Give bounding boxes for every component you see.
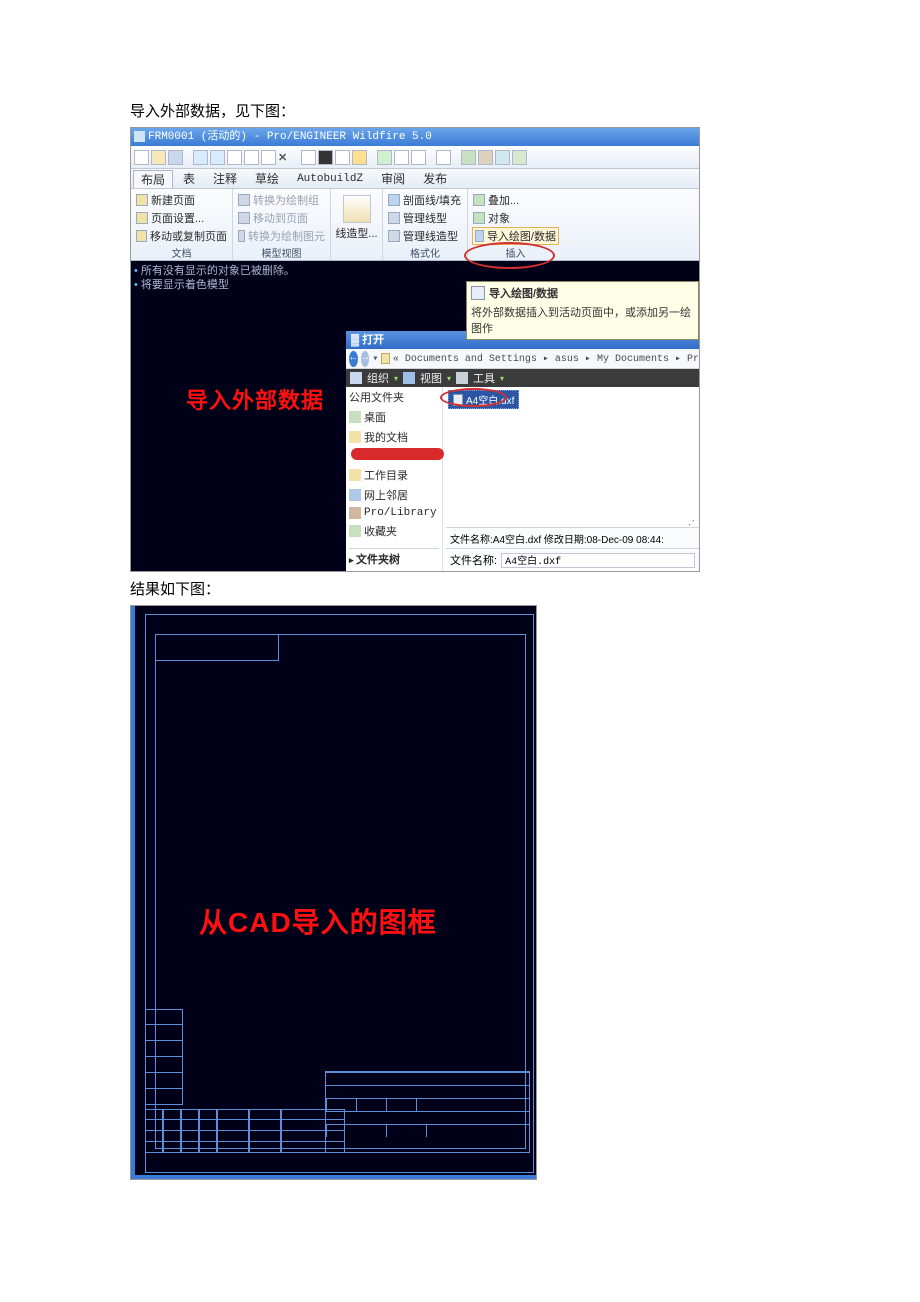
star-icon (349, 525, 361, 537)
to-draw-group: 转换为绘制组 (237, 191, 326, 209)
sidebar-fav[interactable]: 收藏夹 (349, 523, 439, 539)
status-messages: 所有没有显示的对象已被删除。 将要显示着色模型 (134, 264, 295, 292)
tab-table[interactable]: 表 (175, 169, 203, 188)
page-setup-button[interactable]: 页面设置... (135, 209, 228, 227)
tool-icon[interactable] (512, 150, 527, 165)
filename-row: 文件名称: (446, 548, 699, 571)
open-icon[interactable] (151, 150, 166, 165)
ribbon: 新建页面 页面设置... 移动或复制页面 文档 转换为绘制组 移动到页面 转换为… (131, 189, 699, 261)
tools-icon (456, 372, 468, 384)
screenshot-result: 从CAD导入的图框 (130, 605, 537, 1180)
tool-icon[interactable] (335, 150, 350, 165)
ribbon-group-model: 模型视图 (237, 245, 326, 260)
pencil-icon[interactable] (343, 195, 371, 223)
sidebar-prolib[interactable]: Pro/Library (349, 507, 439, 519)
tool-icon[interactable] (394, 150, 409, 165)
dialog-sidebar: 公用文件夹 桌面 我的文档 工作目录 网上邻居 Pro/Library 收藏夹 … (346, 387, 443, 571)
network-icon (349, 489, 361, 501)
tab-review[interactable]: 审阅 (373, 169, 413, 188)
tab-annotate[interactable]: 注释 (205, 169, 245, 188)
back-button[interactable]: ← (349, 351, 358, 367)
undo-icon[interactable] (193, 150, 208, 165)
sidebar-network[interactable]: 网上邻居 (349, 487, 439, 503)
frame-titleblock (325, 1071, 530, 1153)
folder-icon (349, 469, 361, 481)
desktop-icon (349, 411, 361, 423)
filename-input[interactable] (501, 553, 695, 568)
quick-toolbar: ✕ (131, 146, 699, 169)
ribbon-group-doc: 文档 (135, 245, 228, 260)
filename-label: 文件名称: (450, 552, 497, 568)
breadcrumb[interactable]: « Documents and Settings ▸ asus ▸ My Doc… (393, 353, 699, 365)
move-to-page: 移动到页面 (237, 209, 326, 227)
folder-tree-toggle[interactable]: 文件夹树 (349, 548, 439, 569)
forward-button[interactable]: → (361, 351, 370, 367)
annotation-redaction (351, 448, 444, 460)
frame-revision-block (145, 1109, 345, 1153)
scrollbar-left[interactable] (131, 606, 135, 1179)
dialog-toolbar: 组织▾ 视图▾ 工具▾ (346, 369, 699, 387)
tools-button[interactable]: 工具 (473, 370, 495, 386)
copy-icon[interactable] (244, 150, 259, 165)
tab-sketch[interactable]: 草绘 (247, 169, 287, 188)
view-icon (403, 372, 415, 384)
screenshot-proe: FRM0001 (活动的) - Pro/ENGINEER Wildfire 5.… (130, 127, 700, 572)
tool-icon[interactable] (495, 150, 510, 165)
annotation-circle (464, 242, 555, 269)
tooltip: 导入绘图/数据 将外部数据插入到活动页面中，或添加另一绘图作 (466, 281, 699, 340)
tool-icon[interactable] (301, 150, 316, 165)
tab-autobuild[interactable]: AutobuildZ (289, 172, 371, 186)
view-button[interactable]: 视图 (420, 370, 442, 386)
move-copy-page-button[interactable]: 移动或复制页面 (135, 227, 228, 245)
file-info: 文件名称:A4空白.dxf 修改日期:08-Dec-09 08:44: (446, 527, 699, 549)
new-icon[interactable] (134, 150, 149, 165)
refresh-icon[interactable] (377, 150, 392, 165)
org-button[interactable]: 组织 (367, 370, 389, 386)
sidebar-workdir[interactable]: 工作目录 (349, 467, 439, 483)
ribbon-tabs: 布局 表 注释 草绘 AutobuildZ 审阅 发布 (131, 169, 699, 189)
folder-icon (349, 431, 361, 443)
linetype-button[interactable]: 线造型... (334, 224, 378, 242)
frame-corner-box (156, 635, 279, 661)
lib-icon (349, 507, 361, 519)
drop-icon[interactable]: ▾ (372, 353, 378, 365)
mng-linestyle-button[interactable]: 管理线造型 (387, 227, 463, 245)
ribbon-group-format2: 格式化 (387, 245, 463, 260)
tool-icon[interactable] (318, 150, 333, 165)
org-icon (350, 372, 362, 384)
tab-publish[interactable]: 发布 (415, 169, 455, 188)
tool-icon[interactable] (478, 150, 493, 165)
common-folders-label: 公用文件夹 (349, 389, 439, 405)
annotation-label: 导入外部数据 (186, 383, 324, 415)
to-draw-elem: 转换为绘制图元 (237, 227, 326, 245)
new-page-button[interactable]: 新建页面 (135, 191, 228, 209)
annotation-result-label: 从CAD导入的图框 (199, 901, 437, 941)
caption-text-2: 结果如下图： (130, 578, 790, 599)
scrollbar-bottom[interactable] (131, 1175, 536, 1179)
zoom-icon[interactable] (411, 150, 426, 165)
overlay-button[interactable]: 叠加... (472, 191, 559, 209)
import-icon (471, 286, 485, 300)
cut-icon[interactable] (227, 150, 242, 165)
window-titlebar[interactable]: FRM0001 (活动的) - Pro/ENGINEER Wildfire 5.… (131, 128, 699, 146)
tool-icon[interactable] (352, 150, 367, 165)
save-icon[interactable] (168, 150, 183, 165)
frame-sideboxes (145, 1009, 183, 1109)
tab-layout[interactable]: 布局 (133, 170, 173, 188)
paste-icon[interactable] (261, 150, 276, 165)
dialog-nav: ← → ▾ « Documents and Settings ▸ asus ▸ … (346, 349, 699, 369)
folder-icon (381, 353, 390, 364)
section-fill-button[interactable]: 剖面线/填充 (387, 191, 463, 209)
window-title: FRM0001 (活动的) - Pro/ENGINEER Wildfire 5.… (148, 131, 432, 143)
sidebar-desktop[interactable]: 桌面 (349, 409, 439, 425)
annotation-circle-file (440, 388, 507, 407)
redo-icon[interactable] (210, 150, 225, 165)
mng-linetype-button[interactable]: 管理线型 (387, 209, 463, 227)
tool-icon[interactable] (436, 150, 451, 165)
app-icon (134, 131, 145, 142)
object-button[interactable]: 对象 (472, 209, 559, 227)
sidebar-mydocs[interactable]: 我的文档 (349, 429, 439, 445)
caption-text-1: 导入外部数据，见下图： (130, 100, 790, 121)
tool-icon[interactable] (461, 150, 476, 165)
